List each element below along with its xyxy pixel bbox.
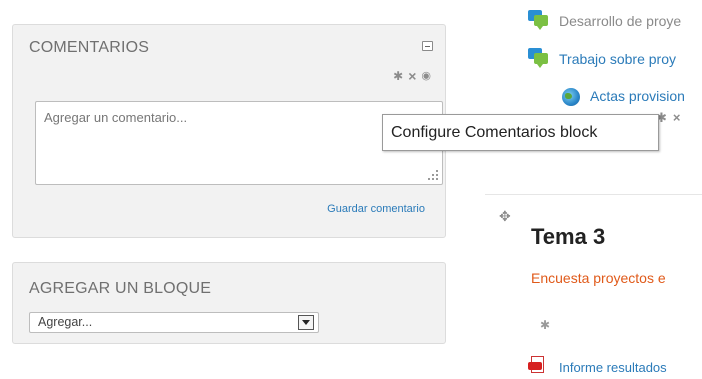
forum-icon [528,48,548,68]
section-title: Tema 3 [531,224,606,249]
report-link[interactable]: Informe resultados [559,360,667,375]
close-icon[interactable]: × [408,69,416,83]
add-block-selected-value: Agregar... [38,315,93,329]
hide-block-icon[interactable] [422,41,433,51]
resize-handle-icon[interactable] [426,168,438,180]
section-divider [485,194,702,195]
activity-link-3[interactable]: Actas provision [590,88,685,104]
dropdown-arrow-icon[interactable] [298,315,314,330]
eye-icon[interactable]: ◉ [421,70,431,82]
activity-controls: ✱ × [656,110,681,126]
add-block-title: AGREGAR UN BLOQUE [29,280,212,297]
gear-icon[interactable]: ✱ [540,318,550,332]
move-icon[interactable]: ✥ [499,208,511,225]
save-comment-link[interactable]: Guardar comentario [327,203,425,215]
gear-icon[interactable]: ✱ [393,70,403,82]
close-icon[interactable]: × [673,110,681,126]
add-block-block: AGREGAR UN BLOQUE Agregar... [12,262,446,344]
forum-icon [528,10,548,30]
activity-link-1[interactable]: Desarrollo de proye [559,13,681,29]
pdf-icon [528,356,546,374]
comments-block: COMENTARIOS ✱ × ◉ Agregar un comentario.… [12,24,446,238]
survey-link[interactable]: Encuesta proyectos e [531,270,666,286]
configure-tooltip: Configure Comentarios block [382,114,659,151]
comments-block-title: COMENTARIOS [29,39,150,56]
url-globe-icon [562,88,580,106]
add-block-select[interactable]: Agregar... [29,312,319,333]
comment-placeholder: Agregar un comentario... [44,110,188,125]
activity-link-2[interactable]: Trabajo sobre proy [559,51,676,67]
block-controls: ✱ × ◉ [393,69,431,83]
